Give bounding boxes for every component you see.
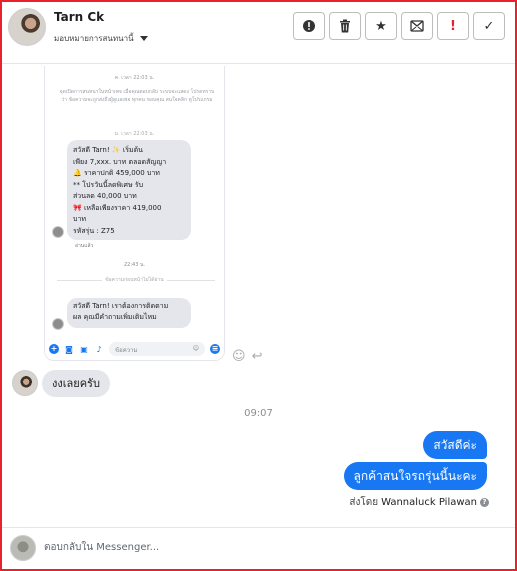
shared-screenshot-image[interactable]: ค. เวลา 22:03 น. จุดเปิดการสนทนาในหน้าเพ… bbox=[44, 66, 225, 361]
screenshot-divider-label-wrap: ข้อความก่อนหน้าไม่ได้อ่าน bbox=[45, 276, 224, 284]
plus-icon: + bbox=[49, 344, 59, 354]
screenshot-timestamp: ค. เวลา 22:03 น. bbox=[114, 75, 155, 81]
image-icon: ▣ bbox=[80, 344, 88, 354]
header-toolbar: ★ ! ✓ bbox=[293, 12, 505, 40]
screenshot-avatar bbox=[52, 318, 64, 330]
screenshot-timestamp: 22:43 น. bbox=[123, 262, 145, 268]
sent-by-info: ส่งโดย Wannaluck Pilawan ? bbox=[349, 495, 489, 510]
trash-icon bbox=[340, 19, 350, 33]
screenshot-line: 🎀 เหลือเพียงราคา 419,000 bbox=[73, 203, 162, 212]
assign-conversation-label: มอบหมายการสนทนานี้ bbox=[54, 34, 134, 43]
screenshot-seen-status: อ่านแล้ว bbox=[75, 243, 94, 249]
page-avatar bbox=[10, 535, 36, 561]
sent-by-name: Wannaluck Pilawan bbox=[381, 497, 477, 508]
screenshot-line: ** โปรวันนี้ลดพิเศษ รับ bbox=[73, 180, 144, 189]
screenshot-message-bubble: สวัสดี Tarn! ✨ เริ่มต้น เพียง 7,xxx. บาท… bbox=[67, 140, 191, 240]
contact-name[interactable]: Tarn Ck bbox=[54, 10, 104, 24]
screenshot-input-bar: + ◙ ▣ ♪ ข้อความ ☺ ≡ bbox=[45, 338, 224, 360]
screenshot-notice: จุดเปิดการสนทนาในหน้าเพจ เมื่อคุณตอบกลับ… bbox=[59, 89, 215, 103]
outgoing-message[interactable]: ลูกค้าสนใจรถรุ่นนี้นะคะ bbox=[343, 462, 487, 490]
screenshot-message-bubble: สวัสดี Tarn! เราต้องการติดตาม ผล คุณมีคำ… bbox=[67, 298, 191, 328]
screenshot-input-field: ข้อความ ☺ bbox=[109, 342, 205, 356]
screenshot-line: ส่วนลด 40,000 บาท bbox=[73, 192, 137, 200]
screenshot-line: ผล คุณมีคำถามเพิ่มเติมไหม bbox=[73, 313, 157, 321]
star-icon: ★ bbox=[375, 18, 387, 34]
screenshot-line: รหัสรุ่น : Z75 bbox=[73, 226, 115, 235]
react-emoji-icon[interactable]: ☺ bbox=[232, 349, 246, 364]
camera-icon: ◙ bbox=[65, 344, 73, 354]
important-icon: ! bbox=[450, 18, 456, 34]
microphone-icon: ♪ bbox=[96, 344, 102, 354]
sender-avatar bbox=[12, 370, 38, 396]
incoming-message[interactable]: งงเลยครับ bbox=[42, 370, 110, 397]
outgoing-message[interactable]: สวัสดีค่ะ bbox=[423, 431, 487, 459]
checkmark-icon: ✓ bbox=[483, 18, 495, 34]
sent-by-label: ส่งโดย bbox=[349, 497, 379, 508]
screenshot-avatar bbox=[52, 226, 64, 238]
screenshot-timestamp: ม. เวลา 22:03 น. bbox=[114, 131, 155, 137]
follow-up-button[interactable]: ! bbox=[437, 12, 469, 40]
screenshot-line: สวัสดี Tarn! เราต้องการติดตาม bbox=[73, 302, 169, 310]
exclamation-circle-icon bbox=[303, 20, 315, 32]
reply-icon[interactable]: ↩ bbox=[252, 349, 263, 364]
message-actions: ☺ ↩ bbox=[232, 349, 262, 364]
help-icon[interactable]: ? bbox=[480, 498, 489, 507]
screenshot-line: 🔔 ราคาปกติ 459,000 บาท bbox=[73, 169, 160, 177]
menu-icon: ≡ bbox=[210, 344, 220, 354]
message-timestamp: 09:07 bbox=[244, 408, 273, 419]
conversation-thread[interactable]: ค. เวลา 22:03 น. จุดเปิดการสนทนาในหน้าเพ… bbox=[2, 64, 515, 527]
screenshot-divider-label: ข้อความก่อนหน้าไม่ได้อ่าน bbox=[102, 277, 167, 283]
mark-done-button[interactable]: ✓ bbox=[473, 12, 505, 40]
reply-composer[interactable]: ตอบกลับใน Messenger... bbox=[2, 527, 515, 569]
mark-unread-button[interactable] bbox=[401, 12, 433, 40]
emoji-icon: ☺ bbox=[192, 345, 199, 352]
screenshot-line: บาท bbox=[73, 215, 86, 223]
mark-spam-button[interactable] bbox=[293, 12, 325, 40]
screenshot-line: สวัสดี Tarn! ✨ เริ่มต้น bbox=[73, 146, 143, 154]
conversation-header: Tarn Ck มอบหมายการสนทนานี้ ★ ! ✓ bbox=[2, 2, 515, 64]
reply-input[interactable]: ตอบกลับใน Messenger... bbox=[44, 540, 159, 555]
contact-avatar[interactable] bbox=[8, 8, 46, 46]
envelope-icon bbox=[410, 20, 424, 32]
screenshot-input-placeholder: ข้อความ bbox=[115, 347, 138, 354]
delete-button[interactable] bbox=[329, 12, 361, 40]
assign-conversation-dropdown[interactable]: มอบหมายการสนทนานี้ bbox=[54, 32, 148, 45]
screenshot-line: เพียง 7,xxx. บาท ตลอดสัญญา bbox=[73, 157, 167, 166]
caret-down-icon bbox=[139, 36, 148, 41]
star-button[interactable]: ★ bbox=[365, 12, 397, 40]
